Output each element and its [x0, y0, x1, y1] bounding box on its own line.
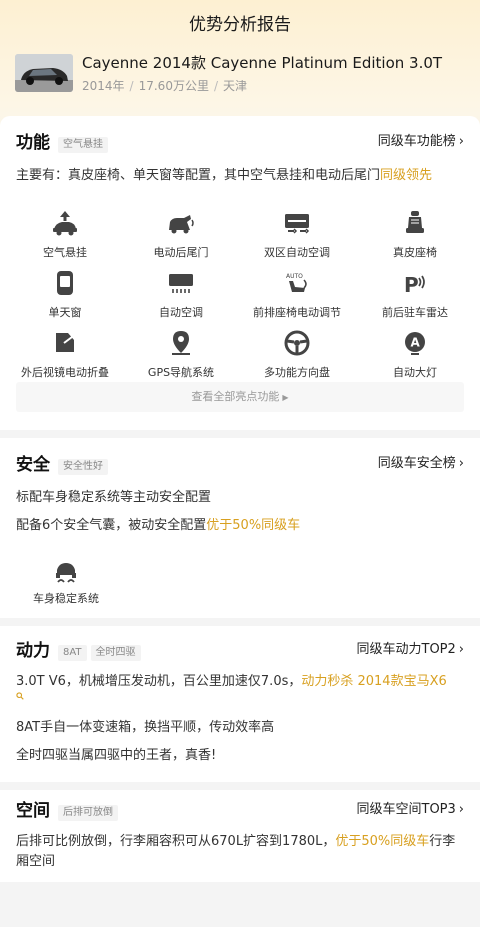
space-rank-label: 同级车空间TOP3 — [356, 802, 456, 817]
dual-zone-ac-icon — [285, 214, 310, 234]
power-rank-link[interactable]: 同级车动力TOP2 › — [357, 638, 465, 657]
car-name[interactable]: Cayenne 2014款 Cayenne Platinum Edition 3… — [82, 52, 442, 73]
space-line-1-suffix: 行李 — [429, 834, 456, 849]
mirror-fold-icon — [56, 333, 74, 352]
feature-item[interactable]: 空气悬挂 — [5, 208, 125, 268]
page-title: 优势分析报告 — [189, 15, 291, 35]
feature-item[interactable]: 单天窗 — [5, 268, 125, 328]
feature-label: 空气悬挂 — [43, 246, 87, 259]
power-line-1-highlight[interactable]: 动力秒杀 2014款宝马X6 — [301, 674, 446, 689]
meta-separator: / — [129, 79, 134, 93]
safety-tag: 安全性好 — [58, 459, 108, 475]
leather-seat-icon — [406, 211, 424, 233]
search-icon[interactable] — [16, 692, 24, 703]
feature-label: 自动大灯 — [393, 366, 437, 379]
feature-item[interactable]: AUTO 前排座椅电动调节 — [237, 268, 357, 328]
car-thumbnail[interactable] — [15, 54, 73, 92]
feature-item[interactable]: P 前后驻车雷达 — [355, 268, 475, 328]
feature-item[interactable]: GPS导航系统 — [121, 328, 241, 388]
feature-item[interactable]: 自动空调 — [121, 268, 241, 328]
safety-rank-label: 同级车安全榜 — [377, 456, 456, 471]
feature-label: 外后视镜电动折叠 — [21, 366, 109, 379]
function-title: 功能 — [16, 133, 50, 153]
meta-separator: / — [213, 79, 218, 93]
safety-line-2: 配备6个安全气囊，被动安全配置优于50%同级车 — [16, 514, 300, 533]
stability-control-icon — [56, 563, 76, 583]
power-title: 动力 — [16, 641, 50, 661]
svg-text:AUTO: AUTO — [286, 273, 303, 280]
feature-label: 自动空调 — [159, 306, 203, 319]
steering-wheel-icon — [284, 330, 310, 356]
feature-item[interactable]: 电动后尾门 — [121, 208, 241, 268]
feature-item[interactable]: 真皮座椅 — [355, 208, 475, 268]
feature-label: 双区自动空调 — [264, 246, 330, 259]
feature-item[interactable]: 外后视镜电动折叠 — [5, 328, 125, 388]
power-tag: 全时四驱 — [90, 645, 141, 661]
power-tailgate-icon — [169, 215, 194, 234]
safety-line-2-highlight: 优于50%同级车 — [206, 518, 301, 533]
function-tag: 空气悬挂 — [58, 137, 108, 153]
triangle-right-icon: ▶ — [282, 393, 289, 402]
power-seat-icon: AUTO — [286, 273, 307, 292]
feature-item[interactable]: 多功能方向盘 — [237, 328, 357, 388]
space-line-2: 厢空间 — [16, 854, 56, 869]
see-all-label: 查看全部亮点功能 — [191, 390, 280, 403]
function-rank-label: 同级车功能榜 — [377, 134, 456, 149]
car-mileage: 17.60万公里 — [138, 79, 209, 93]
feature-item[interactable]: 双区自动空调 — [237, 208, 357, 268]
chevron-right-icon: › — [458, 642, 464, 657]
space-line-1-text: 后排可比例放倒，行李厢容积可从670L扩容到1780L， — [16, 834, 336, 849]
chevron-right-icon: › — [458, 456, 464, 471]
space-tag: 后排可放倒 — [58, 805, 118, 821]
space-rank-link[interactable]: 同级车空间TOP3 › — [357, 798, 465, 817]
chevron-right-icon: › — [458, 802, 464, 817]
function-summary-highlight: 同级领先 — [380, 168, 433, 183]
svg-text:A: A — [411, 336, 421, 350]
feature-label: 单天窗 — [48, 306, 82, 319]
feature-label: 电动后尾门 — [153, 246, 209, 259]
power-rank-label: 同级车动力TOP2 — [356, 642, 456, 657]
auto-headlight-icon: A — [405, 332, 425, 355]
function-summary: 主要有：真皮座椅、单天窗等配置，其中空气悬挂和电动后尾门同级领先 — [16, 164, 432, 183]
power-line-3: 全时四驱当属四驱中的王者，真香! — [16, 748, 217, 763]
svg-text:P: P — [404, 273, 419, 297]
safety-feature-item[interactable]: 车身稳定系统 — [16, 556, 116, 606]
space-line-1-highlight: 优于50%同级车 — [335, 834, 430, 849]
safety-feature-label: 车身稳定系统 — [33, 592, 99, 605]
feature-label: 真皮座椅 — [393, 246, 437, 259]
power-line-1-text: 3.0T V6，机械增压发动机，百公里加速仅7.0s， — [16, 674, 302, 689]
space-title: 空间 — [16, 801, 50, 821]
power-line-1: 3.0T V6，机械增压发动机，百公里加速仅7.0s，动力秒杀 2014款宝马X… — [16, 670, 447, 689]
sunroof-icon — [57, 271, 73, 295]
car-year: 2014年 — [82, 79, 125, 93]
feature-item[interactable]: A 自动大灯 — [355, 328, 475, 388]
feature-label: 前排座椅电动调节 — [253, 306, 341, 319]
feature-label: 多功能方向盘 — [264, 366, 330, 379]
auto-ac-icon — [169, 274, 193, 293]
parking-radar-icon: P — [404, 273, 425, 297]
feature-label: GPS导航系统 — [147, 366, 215, 379]
safety-card: 安全 安全性好 同级车安全榜 › 标配车身稳定系统等主动安全配置 配备6个安全气囊… — [0, 438, 480, 618]
function-summary-text: 主要有：真皮座椅、单天窗等配置，其中空气悬挂和电动后尾门 — [16, 168, 381, 183]
function-rank-link[interactable]: 同级车功能榜 › — [378, 130, 464, 149]
car-city: 天津 — [223, 79, 248, 93]
safety-line-1: 标配车身稳定系统等主动安全配置 — [16, 490, 212, 505]
chevron-right-icon: › — [458, 134, 464, 149]
power-line-2: 8AT手自一体变速箱，换挡平顺，传动效率高 — [16, 720, 275, 735]
safety-line-2-text: 配备6个安全气囊，被动安全配置 — [16, 518, 207, 533]
feature-label: 前后驻车雷达 — [382, 306, 448, 319]
power-tag: 8AT — [58, 645, 87, 661]
air-suspension-icon — [53, 211, 77, 236]
gps-icon — [172, 331, 190, 355]
space-card: 空间 后排可放倒 同级车空间TOP3 › 后排可比例放倒，行李厢容积可从670L扩… — [0, 790, 480, 882]
space-line-1: 后排可比例放倒，行李厢容积可从670L扩容到1780L，优于50%同级车行李 — [16, 830, 455, 849]
car-meta: 2014年 / 17.60万公里 / 天津 — [82, 77, 247, 94]
safety-rank-link[interactable]: 同级车安全榜 › — [378, 452, 464, 471]
see-all-features-button[interactable]: 查看全部亮点功能 ▶ — [16, 382, 464, 412]
safety-title: 安全 — [16, 455, 50, 475]
power-card: 动力 8AT 全时四驱 同级车动力TOP2 › 3.0T V6，机械增压发动机，百公… — [0, 626, 480, 782]
function-card: 功能 空气悬挂 同级车功能榜 › 主要有：真皮座椅、单天窗等配置，其中空气悬挂和电… — [0, 116, 480, 430]
